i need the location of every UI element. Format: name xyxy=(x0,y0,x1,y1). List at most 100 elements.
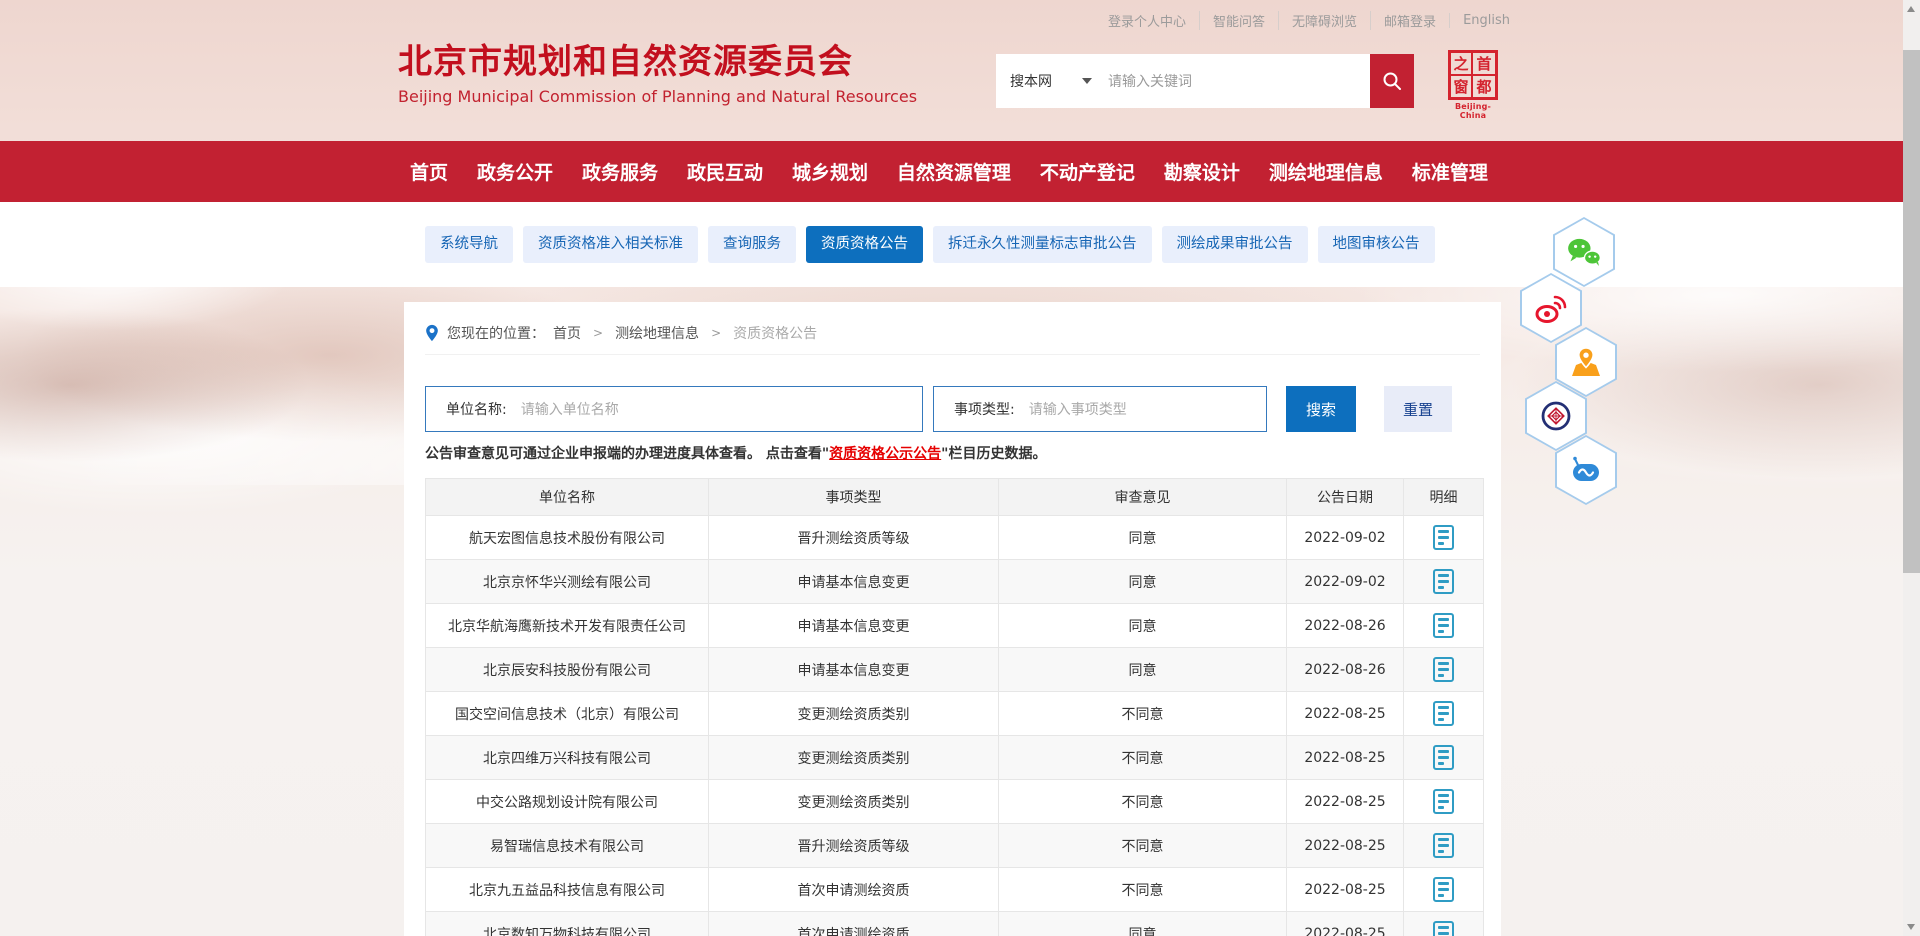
opinion-cell: 不同意 xyxy=(999,692,1287,736)
date-cell: 2022-09-02 xyxy=(1287,560,1404,604)
smart-assistant-button[interactable] xyxy=(1555,435,1617,505)
qualification-publicity-announcement-link[interactable]: 资质资格公示公告 xyxy=(829,446,941,462)
matter-type-cell: 晋升测绘资质等级 xyxy=(709,824,999,868)
opinion-cell: 同意 xyxy=(999,912,1287,936)
filter-search-button[interactable]: 搜索 xyxy=(1286,386,1356,432)
table-row: 国交空间信息技术（北京）有限公司 变更测绘资质类别 不同意 2022-08-25 xyxy=(426,692,1484,736)
table-header-row: 单位名称 事项类型 审查意见 公告日期 明细 xyxy=(426,479,1484,516)
unit-name-input[interactable] xyxy=(507,400,922,418)
nav-item-standards-mgmt[interactable]: 标准管理 xyxy=(1412,158,1488,185)
detail-document-icon[interactable] xyxy=(1433,921,1454,936)
scrollbar-up-arrow-icon[interactable] xyxy=(1907,6,1915,12)
nav-item-public-interaction[interactable]: 政民互动 xyxy=(687,158,763,185)
nav-item-real-estate-registration[interactable]: 不动产登记 xyxy=(1040,158,1135,185)
date-cell: 2022-08-25 xyxy=(1287,692,1404,736)
date-cell: 2022-08-25 xyxy=(1287,736,1404,780)
matter-type-cell: 变更测绘资质类别 xyxy=(709,692,999,736)
unit-name-cell: 北京九五益品科技信息有限公司 xyxy=(426,868,709,912)
breadcrumb-separator: > xyxy=(711,326,721,340)
opinion-cell: 同意 xyxy=(999,516,1287,560)
opinion-cell: 不同意 xyxy=(999,824,1287,868)
breadcrumb-current: 资质资格公告 xyxy=(733,323,817,343)
tab-map-review-announcement[interactable]: 地图审核公告 xyxy=(1318,226,1435,263)
detail-cell xyxy=(1404,560,1484,604)
beijing-china-seal-logo[interactable]: 之 首 窗 都 Beijing-China xyxy=(1444,50,1502,120)
date-cell: 2022-08-25 xyxy=(1287,912,1404,936)
detail-document-icon[interactable] xyxy=(1433,745,1454,770)
seal-char: 首 xyxy=(1473,53,1495,76)
col-matter-type: 事项类型 xyxy=(709,479,999,516)
weibo-icon xyxy=(1535,293,1567,323)
opinion-cell: 不同意 xyxy=(999,868,1287,912)
tab-query-service[interactable]: 查询服务 xyxy=(708,226,796,263)
table-row: 北京京怀华兴测绘有限公司 申请基本信息变更 同意 2022-09-02 xyxy=(426,560,1484,604)
page: 登录个人中心 智能问答 无障碍浏览 邮箱登录 English 北京市规划和自然资… xyxy=(0,0,1920,936)
matter-type-cell: 首次申请测绘资质 xyxy=(709,868,999,912)
nav-item-urban-rural-planning[interactable]: 城乡规划 xyxy=(792,158,868,185)
seal-characters: 之 首 窗 都 xyxy=(1448,50,1498,100)
map-pin-icon xyxy=(1570,347,1602,377)
matter-type-cell: 变更测绘资质类别 xyxy=(709,736,999,780)
detail-cell xyxy=(1404,868,1484,912)
mail-login-link[interactable]: 邮箱登录 xyxy=(1370,11,1449,30)
site-search-input[interactable] xyxy=(1092,72,1370,90)
notice-before: 公告审查意见可通过企业申报端的办理进度具体查看。 点击查看" xyxy=(425,446,829,462)
table-row: 北京华航海鹰新技术开发有限责任公司 申请基本信息变更 同意 2022-08-26 xyxy=(426,604,1484,648)
accessibility-link[interactable]: 无障碍浏览 xyxy=(1278,11,1370,30)
site-search-button[interactable] xyxy=(1370,54,1414,108)
tab-survey-results-approval[interactable]: 测绘成果审批公告 xyxy=(1162,226,1308,263)
unit-name-label: 单位名称: xyxy=(446,399,507,419)
login-personal-center-link[interactable]: 登录个人中心 xyxy=(1108,11,1199,30)
matter-type-input[interactable] xyxy=(1015,400,1266,418)
tab-system-nav[interactable]: 系统导航 xyxy=(425,226,513,263)
opinion-cell: 同意 xyxy=(999,604,1287,648)
smart-qa-link[interactable]: 智能问答 xyxy=(1199,11,1278,30)
tab-demolition-survey-marker-approval[interactable]: 拆迁永久性测量标志审批公告 xyxy=(933,226,1152,263)
site-title: 北京市规划和自然资源委员会 xyxy=(398,42,917,83)
wechat-icon xyxy=(1567,238,1601,266)
detail-document-icon[interactable] xyxy=(1433,613,1454,638)
unit-name-cell: 北京华航海鹰新技术开发有限责任公司 xyxy=(426,604,709,648)
notice-text: 公告审查意见可通过企业申报端的办理进度具体查看。 点击查看"资质资格公示公告"栏… xyxy=(425,443,1046,463)
date-cell: 2022-08-25 xyxy=(1287,868,1404,912)
breadcrumb-home-link[interactable]: 首页 xyxy=(553,323,581,343)
table-row: 中交公路规划设计院有限公司 变更测绘资质类别 不同意 2022-08-25 xyxy=(426,780,1484,824)
nav-item-surveying-geoinfo[interactable]: 测绘地理信息 xyxy=(1269,158,1383,185)
nav-item-gov-affairs-open[interactable]: 政务公开 xyxy=(477,158,553,185)
table-row: 易智瑞信息技术有限公司 晋升测绘资质等级 不同意 2022-08-25 xyxy=(426,824,1484,868)
registration-emblem-icon xyxy=(1541,401,1571,431)
tab-qualification-standards[interactable]: 资质资格准入相关标准 xyxy=(523,226,698,263)
seal-char: 之 xyxy=(1451,53,1473,76)
nav-item-natural-resources-mgmt[interactable]: 自然资源管理 xyxy=(897,158,1011,185)
search-scope-value: 搜本网 xyxy=(1010,71,1052,91)
tab-qualification-announcement[interactable]: 资质资格公告 xyxy=(806,226,923,263)
detail-cell xyxy=(1404,516,1484,560)
nav-item-survey-design[interactable]: 勘察设计 xyxy=(1164,158,1240,185)
breadcrumb-surveying-geoinfo-link[interactable]: 测绘地理信息 xyxy=(615,323,699,343)
site-brand: 北京市规划和自然资源委员会 Beijing Municipal Commissi… xyxy=(398,42,917,106)
detail-cell xyxy=(1404,780,1484,824)
detail-document-icon[interactable] xyxy=(1433,525,1454,550)
detail-document-icon[interactable] xyxy=(1433,877,1454,902)
unit-name-field-box: 单位名称: xyxy=(425,386,923,432)
detail-document-icon[interactable] xyxy=(1433,833,1454,858)
scrollbar-thumb[interactable] xyxy=(1903,50,1920,573)
search-scope-select[interactable]: 搜本网 xyxy=(996,71,1092,91)
tabs-band: 系统导航 资质资格准入相关标准 查询服务 资质资格公告 拆迁永久性测量标志审批公… xyxy=(0,202,1903,287)
top-utility-links: 登录个人中心 智能问答 无障碍浏览 邮箱登录 English xyxy=(1108,10,1500,30)
detail-document-icon[interactable] xyxy=(1433,569,1454,594)
detail-document-icon[interactable] xyxy=(1433,701,1454,726)
date-cell: 2022-09-02 xyxy=(1287,516,1404,560)
nav-item-gov-services[interactable]: 政务服务 xyxy=(582,158,658,185)
detail-document-icon[interactable] xyxy=(1433,657,1454,682)
unit-name-cell: 易智瑞信息技术有限公司 xyxy=(426,824,709,868)
seal-char: 窗 xyxy=(1451,76,1473,97)
chatbot-icon xyxy=(1570,456,1602,484)
filter-reset-button[interactable]: 重置 xyxy=(1384,386,1452,432)
english-link[interactable]: English xyxy=(1449,13,1510,28)
nav-item-home[interactable]: 首页 xyxy=(410,158,448,185)
section-tabs: 系统导航 资质资格准入相关标准 查询服务 资质资格公告 拆迁永久性测量标志审批公… xyxy=(425,226,1435,263)
unit-name-cell: 中交公路规划设计院有限公司 xyxy=(426,780,709,824)
scrollbar-down-arrow-icon[interactable] xyxy=(1907,924,1915,930)
detail-document-icon[interactable] xyxy=(1433,789,1454,814)
